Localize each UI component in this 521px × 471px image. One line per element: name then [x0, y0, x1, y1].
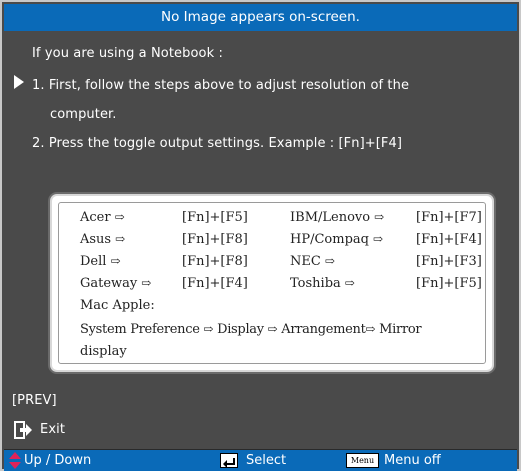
- step-1-text-cont: computer.: [50, 107, 117, 122]
- arrow-right-icon: ⇨: [365, 322, 376, 336]
- brand-name: Dell: [80, 254, 107, 269]
- brand-name: Acer: [80, 210, 111, 225]
- hotkey: [Fn]+[F8]: [182, 254, 248, 269]
- path-step: Mirror: [379, 322, 422, 337]
- arrow-right-icon: ⇨: [141, 276, 152, 290]
- osd-help-window: No Image appears on-screen. If you are u…: [0, 0, 521, 471]
- arrow-right-icon: ⇨: [344, 276, 355, 290]
- exit-label[interactable]: Exit: [40, 422, 65, 437]
- table-row: Acer ⇨: [80, 210, 125, 225]
- hotkey: [Fn]+[F8]: [182, 232, 248, 247]
- exit-icon[interactable]: [14, 421, 32, 439]
- updown-hint: Up / Down: [24, 453, 92, 468]
- window-title: No Image appears on-screen.: [4, 4, 517, 31]
- enter-key-icon: [220, 453, 238, 468]
- mac-label: Mac Apple:: [80, 298, 155, 313]
- table-row: NEC ⇨: [290, 254, 335, 269]
- up-down-arrow-icon: [9, 452, 21, 469]
- prev-link[interactable]: [PREV]: [12, 393, 57, 408]
- brand-name: Asus: [80, 232, 112, 247]
- path-step: Display: [217, 322, 264, 337]
- brand-name: HP/Compaq: [290, 232, 369, 247]
- table-row: Toshiba ⇨: [290, 276, 355, 291]
- select-hint: Select: [246, 453, 287, 468]
- table-row: Gateway ⇨: [80, 276, 151, 291]
- menu-key-icon: Menu: [346, 453, 379, 468]
- table-row: Asus ⇨: [80, 232, 125, 247]
- hotkey: [Fn]+[F5]: [416, 276, 482, 291]
- hotkey: [Fn]+[F4]: [182, 276, 248, 291]
- arrow-right-icon: ⇨: [373, 232, 384, 246]
- arrow-right-icon: ⇨: [324, 254, 336, 268]
- hotkey: [Fn]+[F5]: [182, 210, 248, 225]
- heading: If you are using a Notebook :: [32, 46, 223, 61]
- mac-path: System Preference ⇨ Display ⇨ Arrangemen…: [80, 322, 422, 337]
- arrow-right-icon: ⇨: [110, 254, 121, 268]
- play-arrow-icon: [14, 75, 24, 89]
- path-step: Arrangement: [281, 322, 366, 337]
- step-2-text: 2. Press the toggle output settings. Exa…: [32, 136, 403, 151]
- table-row: HP/Compaq ⇨: [290, 232, 383, 247]
- arrow-right-icon: ⇨: [115, 232, 126, 246]
- mac-path-cont: display: [80, 344, 127, 359]
- brand-name: Gateway: [80, 276, 138, 291]
- brand-name: Toshiba: [290, 276, 341, 291]
- path-step: System Preference: [80, 322, 200, 337]
- table-row: Dell ⇨: [80, 254, 121, 269]
- arrow-right-icon: ⇨: [374, 210, 385, 224]
- brand-name: NEC: [290, 254, 321, 269]
- step-1-text: 1. First, follow the steps above to adju…: [32, 78, 410, 93]
- hotkey: [Fn]+[F4]: [416, 232, 482, 247]
- arrow-right-icon: ⇨: [267, 322, 278, 336]
- menu-off-hint: Menu off: [384, 453, 441, 468]
- hotkey: [Fn]+[F7]: [416, 210, 482, 225]
- arrow-right-icon: ⇨: [114, 210, 125, 224]
- table-row: IBM/Lenovo ⇨: [290, 210, 384, 225]
- footer-bar: Up / Down Select Menu off: [4, 450, 517, 471]
- brand-name: IBM/Lenovo: [290, 210, 371, 225]
- arrow-right-icon: ⇨: [203, 322, 214, 336]
- hotkey: [Fn]+[F3]: [416, 254, 482, 269]
- notebook-hotkey-table: Acer ⇨ [Fn]+[F5] IBM/Lenovo ⇨ [Fn]+[F7] …: [50, 194, 494, 372]
